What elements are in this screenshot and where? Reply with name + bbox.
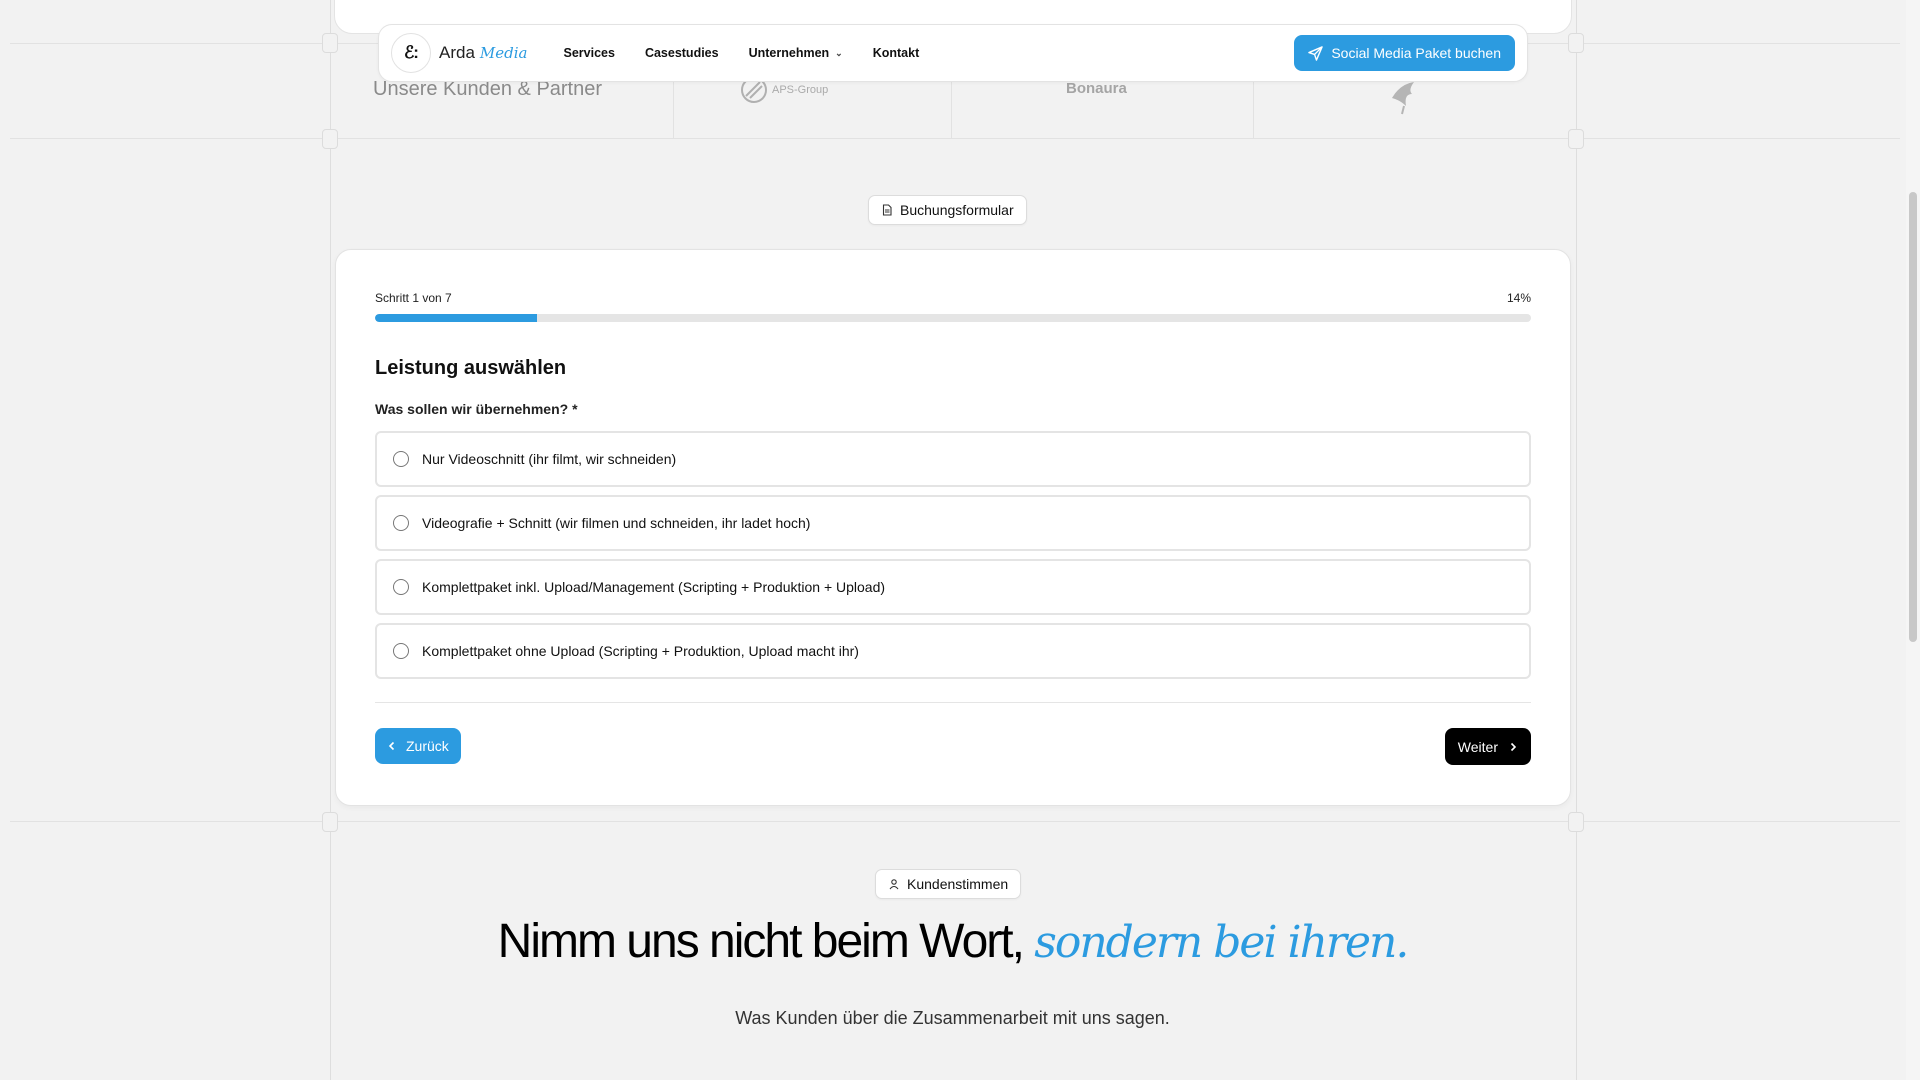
scrollbar-thumb[interactable] [1909, 192, 1917, 642]
chevron-left-icon [388, 741, 395, 751]
nav-item-unternehmen[interactable]: Unternehmen ⌄ [749, 46, 843, 60]
option-label: Komplettpaket inkl. Upload/Management (S… [422, 579, 886, 595]
grid-node [1568, 33, 1584, 53]
form-badge: Buchungsformular [868, 195, 1027, 225]
nav-label: Kontakt [872, 46, 920, 60]
testimonials-headline: Nimm uns nicht beim Wort, sondern bei ih… [0, 914, 1905, 969]
question-label: Was sollen wir übernehmen? * [375, 401, 578, 417]
option-videoschnitt[interactable]: Nur Videoschnitt (ihr filmt, wir schneid… [375, 431, 1531, 487]
testimonials-badge: Kundenstimmen [875, 869, 1022, 899]
service-options: Nur Videoschnitt (ihr filmt, wir schneid… [375, 431, 1531, 687]
brand-accent: Media [479, 44, 528, 62]
next-button[interactable]: Weiter [1444, 728, 1531, 765]
page-scrollbar[interactable] [1906, 0, 1920, 1080]
form-badge-label: Buchungsformular [900, 202, 1014, 218]
option-komplettpaket-upload[interactable]: Komplettpaket inkl. Upload/Management (S… [375, 559, 1531, 615]
booking-form: Schritt 1 von 7 14% Leistung auswählen W… [335, 249, 1571, 806]
send-icon [1308, 45, 1324, 61]
grid-node [322, 129, 338, 149]
back-label: Zurück [406, 738, 449, 754]
grid-line-partners [10, 138, 1900, 139]
option-label: Komplettpaket ohne Upload (Scripting + P… [422, 643, 859, 659]
document-icon [882, 204, 892, 216]
testimonials-badge-label: Kundenstimmen [907, 876, 1009, 892]
partner-logo-bonaura: Bonaura [1066, 80, 1127, 97]
nav-label: Services [563, 46, 615, 60]
headline-main: Nimm uns nicht beim Wort, [497, 915, 1025, 968]
radio-button[interactable] [393, 643, 409, 659]
chevron-right-icon [1510, 742, 1517, 751]
partner-name: APS-Group [772, 84, 829, 96]
book-package-button[interactable]: Social Media Paket buchen [1294, 35, 1515, 71]
nav-item-casestudies[interactable]: Casestudies [645, 46, 719, 60]
option-label: Videografie + Schnitt (wir filmen und sc… [422, 515, 811, 531]
chevron-down-icon: ⌄ [835, 47, 843, 58]
brand-name: Arda [439, 43, 475, 62]
partner-logo-bird [1384, 76, 1424, 119]
partner-name: Bonaura [1066, 80, 1127, 97]
top-navbar: ℰ: Arda Media Services Casestudies Unter… [378, 24, 1528, 82]
progress-fill [375, 314, 537, 322]
step-indicator: Schritt 1 von 7 [375, 291, 452, 305]
form-title: Leistung auswählen [375, 357, 567, 379]
option-label: Nur Videoschnitt (ihr filmt, wir schneid… [422, 451, 677, 467]
bird-logo-icon [1392, 82, 1414, 115]
radio-button[interactable] [393, 579, 409, 595]
grid-node [322, 812, 338, 832]
grid-line-bottom [10, 821, 1900, 822]
nav-label: Unternehmen [748, 46, 830, 60]
nav-links: Services Casestudies Unternehmen ⌄ Kontak… [564, 46, 920, 60]
progress-bar [375, 314, 1531, 322]
nav-item-services[interactable]: Services [564, 46, 615, 60]
user-icon [889, 879, 899, 890]
option-komplettpaket-ohne-upload[interactable]: Komplettpaket ohne Upload (Scripting + P… [375, 623, 1531, 679]
option-videografie-schnitt[interactable]: Videografie + Schnitt (wir filmen und sc… [375, 495, 1531, 551]
cta-label: Social Media Paket buchen [1331, 45, 1501, 61]
brand-logo[interactable]: Arda Media [439, 43, 528, 63]
back-button[interactable]: Zurück [375, 728, 461, 764]
grid-node [322, 33, 338, 53]
grid-node [1568, 812, 1584, 832]
radio-button[interactable] [393, 451, 409, 467]
radio-button[interactable] [393, 515, 409, 531]
logo-mark-icon[interactable]: ℰ: [391, 33, 431, 73]
nav-label: Casestudies [644, 46, 719, 60]
testimonials-subline: Was Kunden über die Zusammenarbeit mit u… [735, 1008, 1170, 1028]
next-label: Weiter [1457, 738, 1498, 755]
headline-accent: sondern bei ihren. [1034, 917, 1409, 968]
nav-item-kontakt[interactable]: Kontakt [873, 46, 920, 60]
step-row: Schritt 1 von 7 14% [375, 291, 1531, 305]
progress-percent: 14% [1506, 291, 1531, 305]
form-divider [375, 702, 1531, 703]
